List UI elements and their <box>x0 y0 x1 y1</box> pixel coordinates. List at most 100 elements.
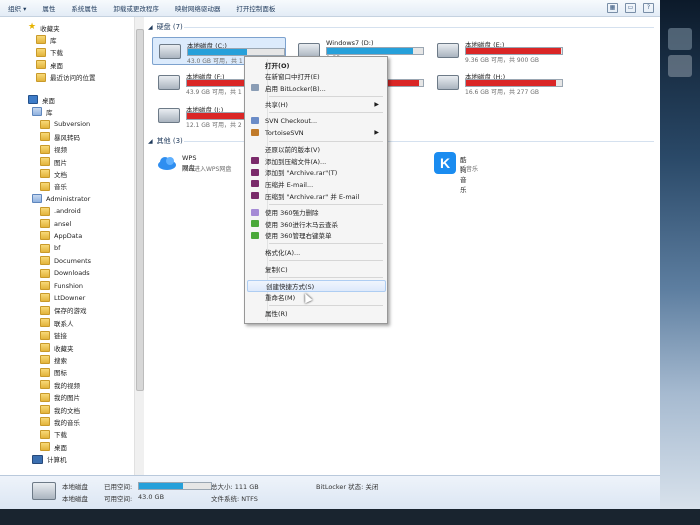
open-control-panel-button[interactable]: 打开控制面板 <box>228 3 283 13</box>
nav-admin-item-label: Funshion <box>54 281 84 290</box>
menu-item-label: 在新窗口中打开(E) <box>265 73 320 82</box>
nav-fav-item[interactable]: 下载 <box>36 47 63 58</box>
nav-desktop[interactable]: 桌面 <box>28 94 55 105</box>
nav-library-item[interactable]: 文档 <box>40 168 67 179</box>
nav-admin-item[interactable]: 我的视频 <box>40 379 80 390</box>
nav-admin-item[interactable]: 链接 <box>40 330 67 341</box>
nav-admin-item[interactable]: 我的图片 <box>40 392 80 403</box>
nav-scroll-thumb[interactable] <box>136 29 144 391</box>
menu-item-label: SVN Checkout... <box>265 116 318 125</box>
system-properties-button[interactable]: 系统属性 <box>63 3 105 13</box>
nav-admin-item-label: 我的视频 <box>54 381 80 390</box>
help-icon[interactable]: ? <box>643 3 654 13</box>
nav-fav-item[interactable]: 库 <box>36 34 57 45</box>
drive-tile[interactable]: 本地磁盘 (E:) 9.36 GB 可用，共 900 GB <box>431 37 563 64</box>
nav-admin-item[interactable]: LtDowner <box>40 292 85 303</box>
nav-admin-item[interactable]: 我的文档 <box>40 404 80 415</box>
nav-computer[interactable]: 计算机 <box>32 454 67 465</box>
menu-item-v[interactable]: 还原以前的版本(V) <box>247 144 384 155</box>
folder-icon <box>40 181 50 191</box>
nav-library-item[interactable]: 视频 <box>40 144 67 155</box>
menu-item-o[interactable]: 打开(O) <box>247 59 384 70</box>
folder-icon <box>40 243 50 253</box>
desktop-icon[interactable] <box>668 28 692 50</box>
nav-library-item[interactable]: 图片 <box>40 156 67 167</box>
group-divider <box>184 27 654 28</box>
menu-item-360[interactable]: 使用 360强力删除 <box>247 207 384 218</box>
map-network-drive-button[interactable]: 映射网络驱动器 <box>167 3 229 13</box>
archive-icon <box>251 157 259 165</box>
nav-admin-item[interactable]: 搜索 <box>40 354 67 365</box>
collapse-icon[interactable]: ◢ <box>148 138 153 145</box>
nav-admin-item-label: 搜索 <box>54 356 67 365</box>
nav-admin-item[interactable]: Funshion <box>40 280 83 291</box>
preview-pane-icon[interactable]: ▭ <box>625 3 636 13</box>
menu-item-s[interactable]: 创建快捷方式(S) <box>247 279 386 292</box>
nav-admin-item[interactable]: Documents <box>40 255 91 266</box>
menu-item-e[interactable]: 在新窗口中打开(E) <box>247 71 384 82</box>
nav-fav-item[interactable]: 最近访问的位置 <box>36 72 96 83</box>
menu-separator <box>269 276 383 278</box>
hdd-group-header[interactable]: ◢ 硬盘 (7) <box>148 22 183 32</box>
folder-icon <box>40 169 50 179</box>
nav-library-label: 库 <box>46 108 53 117</box>
nav-admin-item[interactable]: .android <box>40 206 81 217</box>
nav-fav-item[interactable]: 桌面 <box>36 59 63 70</box>
nav-admin-item[interactable]: ansel <box>40 218 71 229</box>
other-group-header[interactable]: ◢ 其他 (3) <box>148 136 183 146</box>
menu-item-360[interactable]: 使用 360进行木马云查杀 <box>247 218 384 229</box>
nav-admin-item[interactable]: 收藏夹 <box>40 342 74 353</box>
other-item-desc: 双击进入WPS网盘 <box>182 166 232 173</box>
nav-admin-item[interactable]: Downloads <box>40 268 90 279</box>
desktop-icon[interactable] <box>668 55 692 77</box>
nav-admin-item[interactable]: 下载 <box>40 429 67 440</box>
uninstall-program-button[interactable]: 卸载或更改程序 <box>105 3 167 13</box>
menu-item-e-mail[interactable]: 压缩并 E-mail... <box>247 178 384 189</box>
nav-administrator[interactable]: Administrator <box>32 193 90 204</box>
hard-drive-icon <box>158 75 180 90</box>
menu-item-m[interactable]: 重命名(M) <box>247 291 384 302</box>
nav-admin-item[interactable]: 桌面 <box>40 441 67 452</box>
collapse-icon[interactable]: ◢ <box>148 24 153 31</box>
submenu-arrow-icon: ▶ <box>374 129 379 136</box>
nav-admin-item[interactable]: 保存的游戏 <box>40 305 87 316</box>
nav-scrollbar[interactable] <box>134 17 144 475</box>
menu-item-tortoisesvn[interactable]: TortoiseSVN ▶ <box>247 127 384 138</box>
drive-free-space: 43.0 GB 可用，共 1 <box>187 58 243 65</box>
menu-item-c[interactable]: 复制(C) <box>247 263 384 274</box>
organize-menu[interactable]: 组织 ▾ <box>0 3 34 13</box>
nav-admin-item[interactable]: 图标 <box>40 367 67 378</box>
view-options-icon[interactable]: ▦ <box>607 3 618 13</box>
nav-favorites[interactable]: ★ 收藏夹 <box>28 22 60 33</box>
status-bitlocker: BitLocker 状态: 关闭 <box>316 483 379 491</box>
menu-item-360[interactable]: 使用 360管理右键菜单 <box>247 230 384 241</box>
other-item-name: 酷狗音乐 <box>460 156 467 194</box>
folder-icon <box>40 442 50 452</box>
menu-item-label: 使用 360管理右键菜单 <box>265 232 332 241</box>
nav-library[interactable]: 库 <box>32 106 53 117</box>
menu-separator <box>269 112 383 114</box>
nav-desktop-label: 桌面 <box>42 96 55 105</box>
menu-item-a[interactable]: 格式化(A)... <box>247 246 384 257</box>
nav-admin-item[interactable]: 我的音乐 <box>40 416 80 427</box>
menu-item-label: 共享(H) <box>265 101 288 110</box>
nav-admin-item[interactable]: 联系人 <box>40 317 74 328</box>
nav-library-item[interactable]: 暴风转码 <box>40 131 80 142</box>
menu-item-archive-rar-e-mail[interactable]: 压缩到 "Archive.rar" 并 E-mail <box>247 190 384 201</box>
menu-item-a[interactable]: 添加到压缩文件(A)... <box>247 155 384 166</box>
nav-admin-item[interactable]: bf <box>40 243 60 254</box>
menu-item-r[interactable]: 属性(R) <box>247 308 384 319</box>
folder-icon <box>36 35 46 45</box>
menu-item-archive-rar-t[interactable]: 添加到 "Archive.rar"(T) <box>247 167 384 178</box>
nav-library-item[interactable]: 音乐 <box>40 181 67 192</box>
menu-item-svn-checkout[interactable]: SVN Checkout... <box>247 115 384 126</box>
menu-item-bitlocker-b[interactable]: 启用 BitLocker(B)... <box>247 82 384 93</box>
menu-item-h[interactable]: 共享(H) ▶ <box>247 99 384 110</box>
properties-button[interactable]: 属性 <box>34 3 63 13</box>
360-manage-icon <box>251 231 259 239</box>
nav-admin-item-label: Downloads <box>54 269 90 278</box>
nav-admin-item[interactable]: AppData <box>40 230 82 241</box>
nav-library-item[interactable]: Subversion <box>40 119 90 130</box>
menu-item-label: 压缩并 E-mail... <box>265 180 314 189</box>
drive-tile[interactable]: 本地磁盘 (H:) 16.6 GB 可用，共 277 GB <box>431 69 563 96</box>
